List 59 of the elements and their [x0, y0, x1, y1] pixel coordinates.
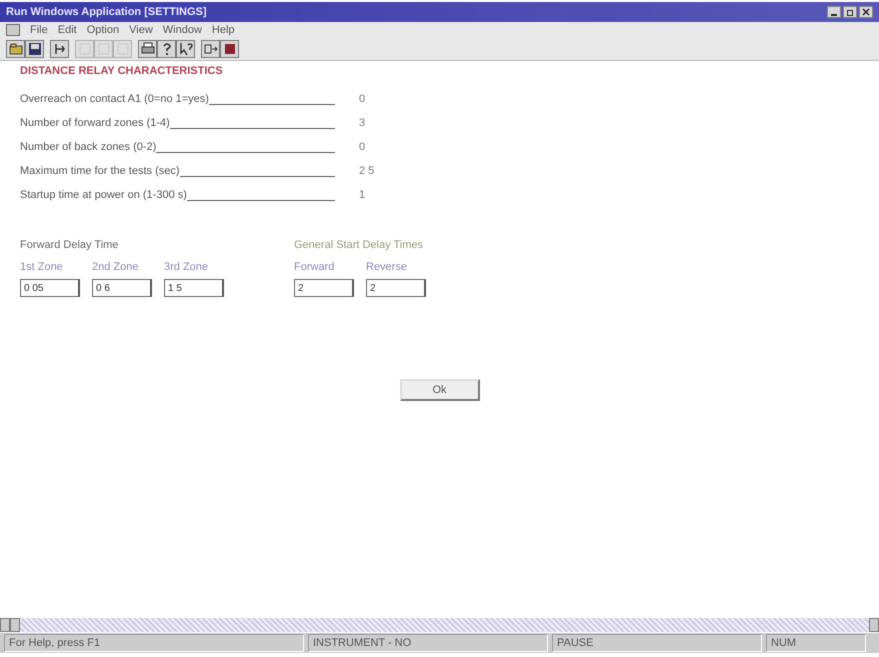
tool-button[interactable] — [50, 40, 69, 58]
setting-value: 3 — [359, 117, 366, 129]
document-icon[interactable] — [6, 24, 20, 36]
horizontal-scrollbar[interactable] — [0, 618, 879, 632]
input-field[interactable]: 2 — [366, 279, 426, 297]
status-pane: PAUSE — [552, 634, 762, 652]
setting-label: Number of back zones (0-2) — [20, 141, 156, 153]
blank-icon — [76, 41, 92, 57]
input-field[interactable]: 0 05 — [20, 279, 80, 297]
input-field[interactable]: 0 6 — [92, 279, 152, 297]
stop-button[interactable] — [220, 40, 239, 58]
setting-value: 0 — [359, 141, 366, 153]
group-title: General Start Delay Times — [294, 239, 424, 251]
status-pane: NUM — [766, 634, 866, 652]
setting-label: Number of forward zones (1-4) — [20, 117, 170, 129]
scroll-thumb[interactable] — [10, 618, 20, 632]
scroll-right-button[interactable] — [869, 618, 879, 632]
group-title: Forward Delay Time — [20, 239, 120, 251]
restore-button[interactable] — [843, 6, 857, 18]
menu-item[interactable]: Option — [86, 24, 120, 36]
setting-value: 1 — [359, 189, 366, 201]
input-field[interactable]: 1 5 — [164, 279, 224, 297]
field-label: 2nd Zone — [92, 261, 140, 273]
save-button[interactable] — [25, 40, 44, 58]
setting-label: Startup time at power on (1-300 s) — [20, 189, 187, 201]
section-heading: DISTANCE RELAY CHARACTERISTICS — [20, 65, 224, 77]
context-help-button[interactable] — [176, 40, 195, 58]
field-label: 1st Zone — [20, 261, 64, 273]
menu-item[interactable]: Help — [212, 24, 235, 36]
help-button[interactable] — [157, 40, 176, 58]
blank-icon — [96, 41, 112, 57]
restore-icon — [846, 8, 854, 16]
field-label: Forward — [294, 261, 336, 273]
status-pane: INSTRUMENT - NO — [308, 634, 548, 652]
status-pane: For Help, press F1 — [4, 634, 304, 652]
window-title: Run Windows Application [SETTINGS] — [6, 6, 208, 18]
setting-label: Overreach on contact A1 (0=no 1=yes) — [20, 93, 209, 105]
setting-value: 2 5 — [359, 165, 374, 177]
menu-item[interactable]: Window — [162, 24, 202, 36]
blank-icon — [114, 41, 130, 57]
ok-button[interactable]: Ok — [400, 379, 480, 401]
scroll-left-button[interactable] — [0, 618, 10, 632]
open-button[interactable] — [6, 40, 25, 58]
minimize-button[interactable] — [827, 6, 841, 18]
run-button[interactable] — [201, 40, 220, 58]
menu-item[interactable]: File — [30, 24, 48, 36]
context-help-icon — [178, 41, 194, 57]
setting-label: Maximum time for the tests (sec) — [20, 165, 180, 177]
field-label: Reverse — [366, 261, 408, 273]
print-button[interactable] — [138, 40, 157, 58]
setting-value: 0 — [359, 93, 366, 105]
close-icon — [862, 8, 870, 16]
open-icon — [8, 41, 24, 57]
menu-item[interactable]: View — [129, 24, 153, 36]
menu-item[interactable]: Edit — [58, 24, 77, 36]
input-field[interactable]: 2 — [294, 279, 354, 297]
save-icon — [26, 41, 42, 57]
close-button[interactable] — [859, 6, 873, 18]
field-label: 3rd Zone — [164, 261, 210, 273]
